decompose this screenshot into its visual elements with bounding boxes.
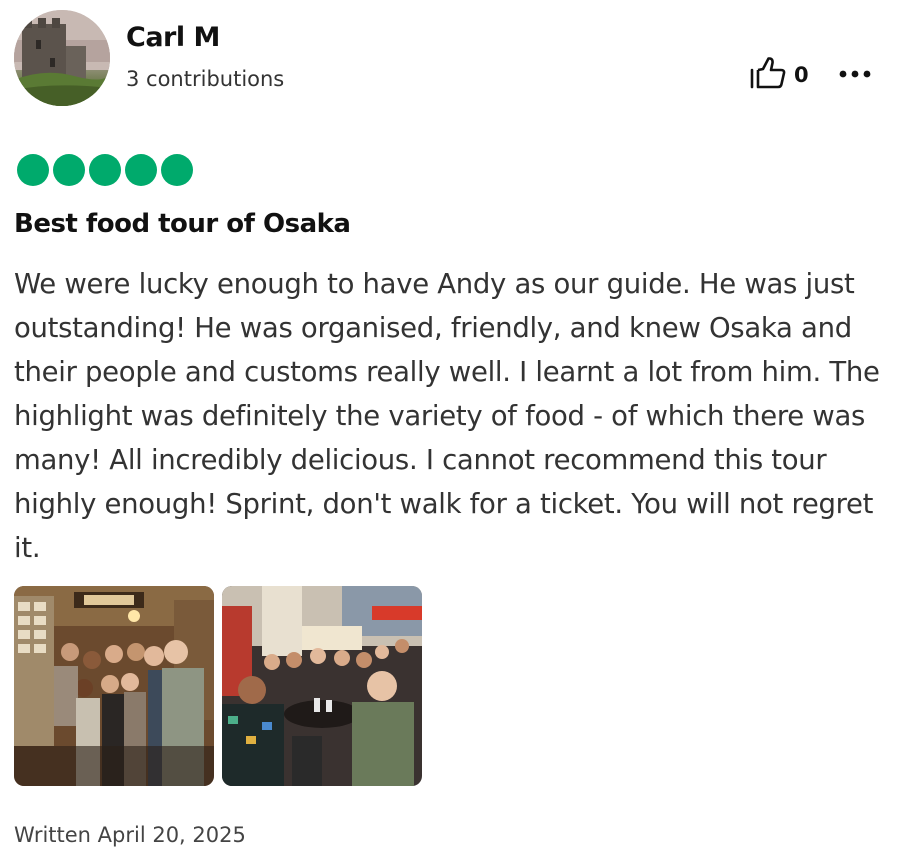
helpful-count: 0 [794,63,809,87]
review-title: Best food tour of Osaka [14,209,351,239]
rating-bubble-icon [17,154,49,186]
rating-bubble-icon [161,154,193,186]
written-date: Written April 20, 2025 [14,823,246,847]
review-photo-1[interactable] [14,586,214,786]
review-body: We were lucky enough to have Andy as our… [14,268,880,564]
rating-bubble-icon [53,154,85,186]
review-photo-2[interactable] [222,586,422,786]
contributions-count: 3 contributions [126,67,285,91]
more-options-button[interactable] [836,60,876,88]
rating-bubble-icon [89,154,121,186]
avatar[interactable] [14,10,110,106]
reviewer-name[interactable]: Carl M [126,22,220,53]
thumbs-up-icon [750,56,786,94]
more-dots-icon [836,70,876,92]
rating-bubble-icon [125,154,157,186]
helpful-vote-button[interactable]: 0 [750,56,809,94]
rating-bubbles [17,154,193,186]
